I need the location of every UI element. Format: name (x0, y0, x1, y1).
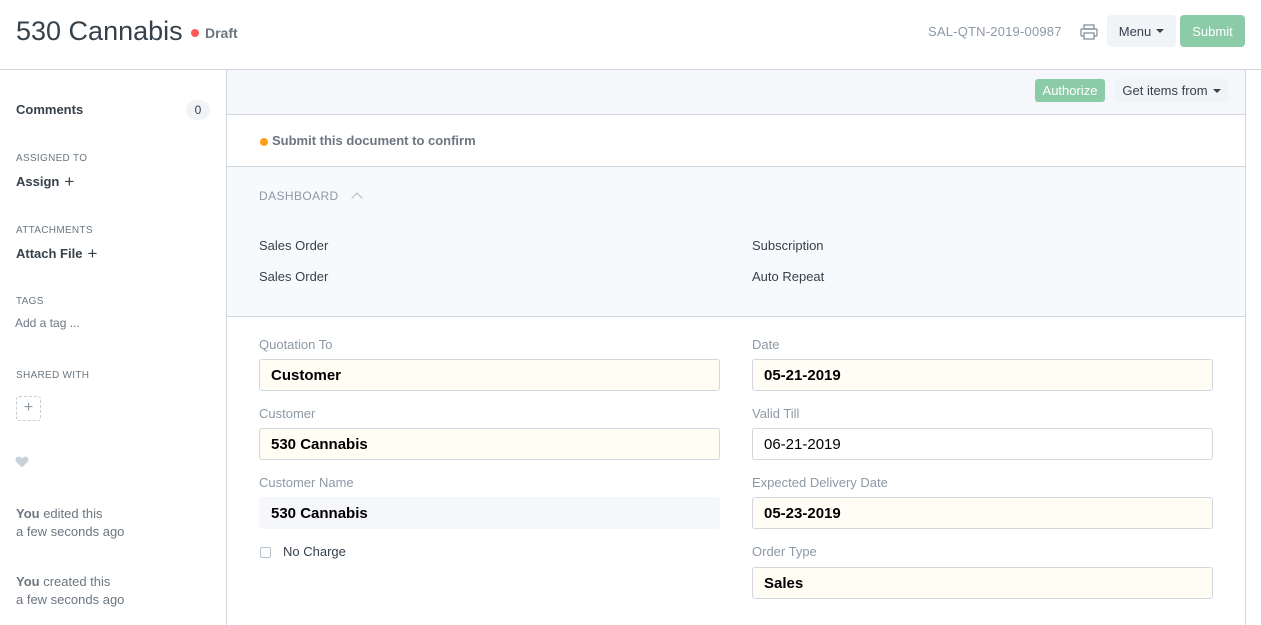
menu-button-label: Menu (1118, 23, 1152, 39)
status-dot (191, 29, 199, 37)
no-charge-checkbox[interactable] (260, 547, 271, 558)
order-type-label: Order Type (752, 544, 817, 559)
activity-line: You edited this (16, 505, 124, 523)
plus-icon: + (64, 172, 75, 191)
customer-field[interactable]: 530 Cannabis (259, 428, 720, 460)
status-indicator: Draft (191, 25, 238, 41)
quotation-to-field[interactable]: Customer (259, 359, 720, 391)
dashboard-group-title: Subscription (752, 238, 824, 253)
add-tag-input[interactable]: Add a tag ... (15, 316, 80, 330)
assigned-to-label: ASSIGNED TO (16, 153, 88, 164)
attach-file-button[interactable]: Attach File + (16, 245, 97, 262)
dashboard-section: DASHBOARD Sales Order Sales Order Subscr… (227, 167, 1245, 317)
tags-label: TAGS (16, 296, 44, 307)
page-border (1245, 70, 1246, 625)
activity-time: a few seconds ago (16, 592, 125, 607)
comments-link[interactable]: Comments (16, 102, 83, 117)
shared-with-label: SHARED WITH (16, 370, 90, 381)
activity-action: edited this (39, 506, 103, 521)
activity-line: You created this (16, 573, 124, 591)
no-charge-label[interactable]: No Charge (283, 544, 346, 559)
assign-button[interactable]: Assign + (16, 173, 74, 190)
customer-name-field: 530 Cannabis (259, 497, 720, 529)
form-sidebar: Comments 0 ASSIGNED TO Assign + ATTACHME… (0, 70, 227, 625)
assign-label: Assign (16, 174, 60, 189)
order-type-select[interactable]: Sales (752, 567, 1213, 599)
customer-label: Customer (259, 406, 316, 421)
add-share-button[interactable]: + (16, 396, 41, 421)
date-label: Date (752, 337, 780, 352)
authorize-button[interactable]: Authorize (1035, 79, 1105, 102)
quotation-to-label: Quotation To (259, 337, 333, 352)
activity-user: You (16, 574, 40, 589)
date-field[interactable]: 05-21-2019 (752, 359, 1213, 391)
activity-user: You (16, 506, 40, 521)
activity-action: created this (39, 574, 111, 589)
page-header: 530 Cannabis Draft SAL-QTN-2019-00987 Me… (0, 0, 1261, 70)
dashboard-link-auto-repeat[interactable]: Auto Repeat (752, 269, 824, 284)
activity-time: a few seconds ago (16, 524, 125, 539)
get-items-from-label: Get items from (1122, 83, 1208, 98)
form-main: Authorize Get items from Submit this doc… (227, 70, 1246, 625)
activity-item: You created this a few seconds ago (16, 573, 124, 609)
submit-button[interactable]: Submit (1180, 15, 1245, 47)
expected-delivery-date-field[interactable]: 05-23-2019 (752, 497, 1213, 529)
customer-name-label: Customer Name (259, 475, 354, 490)
plus-icon: + (87, 244, 98, 263)
valid-till-label: Valid Till (752, 406, 800, 421)
valid-till-field[interactable]: 06-21-2019 (752, 428, 1213, 460)
dashboard-heading: DASHBOARD (259, 189, 339, 203)
caret-down-icon (1156, 29, 1165, 33)
activity-item: You edited this a few seconds ago (16, 505, 124, 541)
dashboard-group-title: Sales Order (259, 238, 329, 253)
heart-icon[interactable] (15, 456, 29, 468)
attachments-label: ATTACHMENTS (16, 225, 93, 236)
dashboard-toggle[interactable]: DASHBOARD (259, 189, 363, 204)
submit-notice: Submit this document to confirm (227, 115, 1245, 167)
document-name: SAL-QTN-2019-00987 (928, 24, 1062, 39)
get-items-from-button[interactable]: Get items from (1115, 79, 1228, 102)
notice-text: Submit this document to confirm (272, 133, 476, 148)
status-label: Draft (205, 25, 238, 41)
chevron-up-icon (350, 192, 363, 204)
menu-button[interactable]: Menu (1107, 15, 1176, 47)
dashboard-link-sales-order[interactable]: Sales Order (259, 269, 328, 284)
caret-down-icon (1212, 88, 1221, 93)
attach-file-label: Attach File (16, 246, 83, 261)
printer-icon[interactable] (1080, 24, 1098, 40)
comments-count-badge: 0 (186, 100, 210, 120)
form-action-bar: Authorize Get items from (227, 70, 1245, 115)
page-title: 530 Cannabis (16, 16, 183, 46)
notice-dot (260, 138, 268, 146)
expected-delivery-date-label: Expected Delivery Date (752, 475, 888, 490)
